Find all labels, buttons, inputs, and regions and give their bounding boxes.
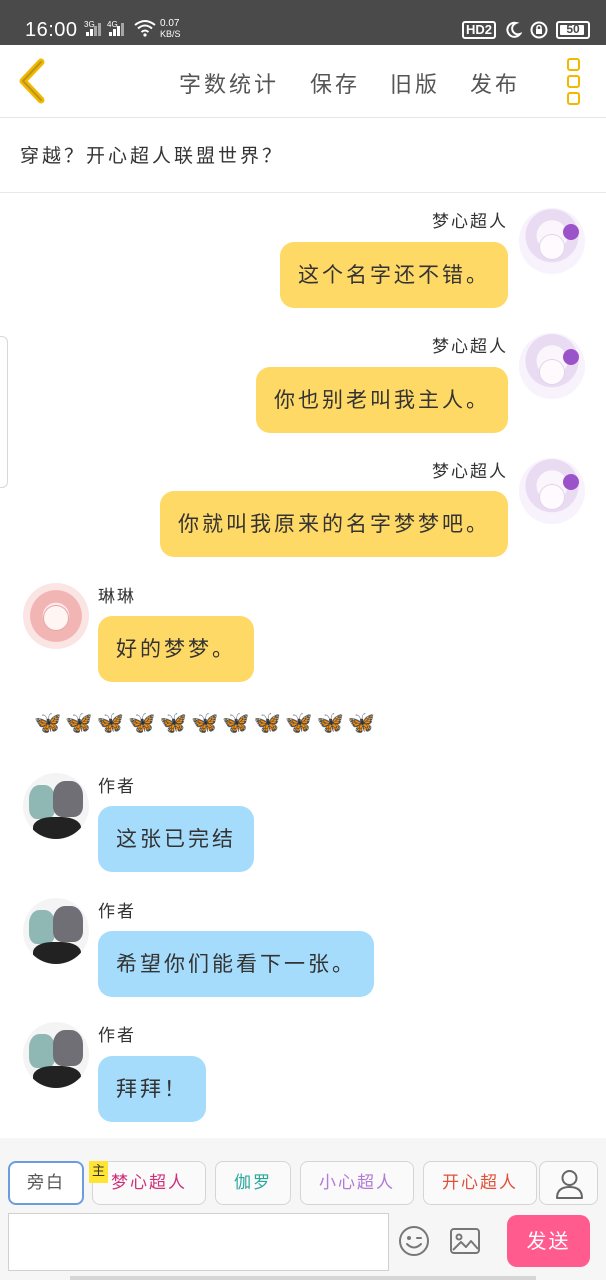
- battery-icon: 50: [556, 21, 590, 39]
- message-bubble[interactable]: 你也别老叫我主人。: [256, 367, 508, 433]
- speaker-name: 琳琳: [98, 587, 136, 607]
- avatar-linlin[interactable]: [23, 583, 89, 649]
- more-menu-icon[interactable]: [562, 58, 584, 106]
- save-button[interactable]: 保存: [310, 67, 360, 99]
- signal-bars-icon: [86, 22, 102, 36]
- message-input[interactable]: [8, 1213, 389, 1271]
- speaker-name: 梦心超人: [432, 462, 508, 482]
- publish-button[interactable]: 发布: [470, 67, 520, 99]
- message-bubble[interactable]: 好的梦梦。: [98, 616, 254, 682]
- main-role-badge: 主: [89, 1161, 108, 1183]
- send-button[interactable]: 发送: [507, 1215, 590, 1267]
- status-right: HD2 50: [461, 18, 590, 42]
- side-drawer-handle[interactable]: [0, 336, 8, 488]
- avatar-mengxin[interactable]: [519, 333, 585, 399]
- speaker-name: 梦心超人: [432, 337, 508, 357]
- role-mengxin[interactable]: 梦心超人: [92, 1161, 206, 1205]
- avatar-author[interactable]: [23, 1022, 89, 1088]
- speaker-name: 梦心超人: [432, 212, 508, 232]
- image-icon[interactable]: [449, 1226, 481, 1256]
- avatar-author[interactable]: [23, 898, 89, 964]
- net-speed-unit: KB/S: [160, 29, 181, 39]
- status-time: 16:00: [25, 19, 78, 41]
- avatar-author[interactable]: [23, 773, 89, 839]
- hd-icon: HD2: [461, 21, 496, 39]
- emoji-icon[interactable]: [398, 1225, 430, 1257]
- avatar-mengxin[interactable]: [519, 208, 585, 274]
- story-title[interactable]: 穿越？开心超人联盟世界？: [20, 141, 284, 168]
- avatar-mengxin[interactable]: [519, 458, 585, 524]
- status-bar: 16:00 3G 4G 0.07 KB/S HD2 50: [0, 0, 606, 45]
- wifi-icon: [134, 20, 156, 37]
- word-count-button[interactable]: 字数统计: [179, 67, 279, 99]
- back-chevron-icon[interactable]: [14, 58, 50, 104]
- speaker-name: 作者: [98, 777, 136, 797]
- role-kaixin[interactable]: 开心超人: [423, 1161, 537, 1205]
- person-icon: [556, 1170, 583, 1199]
- message-bubble[interactable]: 这张已完结: [98, 806, 254, 872]
- lock-rotation-icon: [530, 21, 548, 39]
- moon-icon: [506, 21, 522, 38]
- role-narration[interactable]: 旁白: [8, 1161, 84, 1205]
- editor-toolbar: 字数统计 保存 旧版 发布: [0, 45, 606, 118]
- old-version-button[interactable]: 旧版: [390, 67, 440, 99]
- role-xiaoxin[interactable]: 小心超人: [300, 1161, 414, 1205]
- nav-strip: [70, 1276, 536, 1280]
- add-role-button[interactable]: [539, 1161, 598, 1205]
- message-bubble[interactable]: 拜拜！: [98, 1056, 206, 1122]
- message-bubble[interactable]: 这个名字还不错。: [280, 242, 508, 308]
- title-divider: [0, 192, 606, 193]
- net-speed: 0.07 KB/S: [160, 18, 181, 40]
- message-bubble[interactable]: 你就叫我原来的名字梦梦吧。: [160, 491, 508, 557]
- message-bubble[interactable]: 希望你们能看下一张。: [98, 931, 374, 997]
- speaker-name: 作者: [98, 902, 136, 922]
- signal-bars-2-icon: [109, 22, 125, 36]
- role-jialuo[interactable]: 伽罗: [215, 1161, 291, 1205]
- speaker-name: 作者: [98, 1026, 136, 1046]
- battery-level: 50: [566, 22, 580, 36]
- narration-butterflies[interactable]: 🦋🦋🦋🦋🦋🦋🦋🦋🦋🦋🦋: [34, 709, 379, 739]
- net-speed-value: 0.07: [160, 18, 180, 29]
